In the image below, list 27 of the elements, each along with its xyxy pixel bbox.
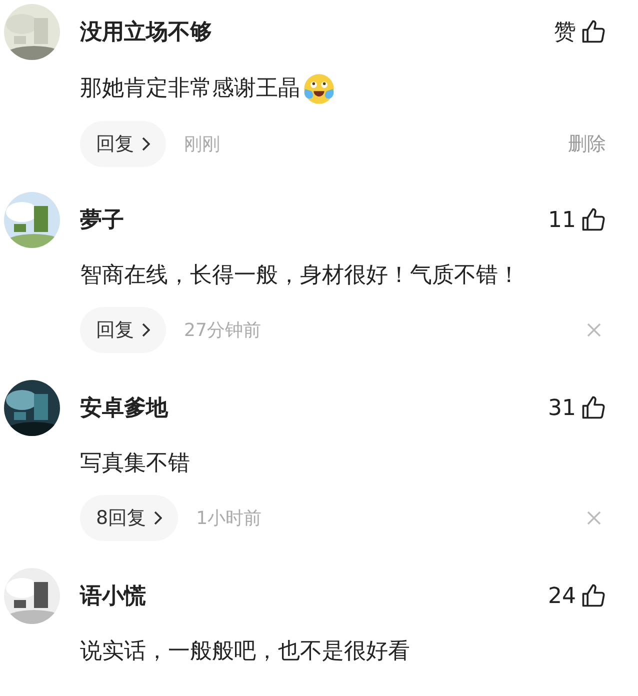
reply-button[interactable]: 回复 xyxy=(80,121,166,167)
like-button[interactable]: 赞 xyxy=(554,17,606,47)
close-icon[interactable] xyxy=(586,510,602,526)
username: 夢子 xyxy=(80,207,125,235)
comment-text: 那她肯定非常感谢王晶 xyxy=(80,75,300,103)
chevron-right-icon xyxy=(154,511,162,525)
like-button[interactable]: 24 xyxy=(548,583,606,609)
timestamp: 刚刚 xyxy=(184,133,221,156)
timestamp: 1小时前 xyxy=(196,507,263,530)
like-button[interactable]: 31 xyxy=(548,395,606,421)
username: 语小慌 xyxy=(80,583,147,611)
close-icon[interactable] xyxy=(586,322,602,338)
thumbs-up-icon xyxy=(580,395,606,421)
comment-text: 说实话，一般般吧，也不是很好看 xyxy=(80,638,410,666)
username: 安卓爹地 xyxy=(80,394,170,423)
chevron-right-icon xyxy=(142,137,150,151)
thumbs-up-icon xyxy=(580,207,606,233)
comment-text: 写真集不错 xyxy=(80,450,190,478)
like-button[interactable]: 11 xyxy=(548,207,606,233)
thumbs-up-icon xyxy=(580,19,606,45)
username: 没用立场不够 xyxy=(80,18,213,47)
timestamp: 27分钟前 xyxy=(184,319,262,342)
thumbs-up-icon xyxy=(580,583,606,609)
reply-button[interactable]: 回复 xyxy=(80,307,166,353)
chevron-right-icon xyxy=(142,323,150,337)
reply-button[interactable]: 8回复 xyxy=(80,495,178,541)
comment-text: 智商在线，长得一般，身材很好！气质不错！ xyxy=(80,262,520,290)
